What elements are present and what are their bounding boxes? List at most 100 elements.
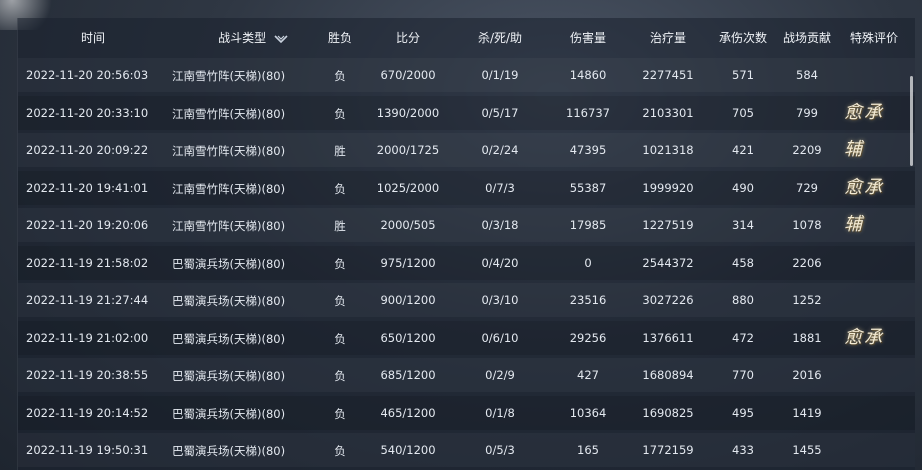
cell-time: 2022-11-20 19:20:06 xyxy=(26,218,149,232)
cell-healing: 2103301 xyxy=(642,105,694,120)
table-row[interactable]: 2022-11-20 19:41:01 江南雪竹阵(天梯)(80) 负 1025/20… xyxy=(18,170,915,205)
cell-result: 负 xyxy=(334,444,346,458)
cell-result: 负 xyxy=(334,331,346,346)
cell-score: 2000/505 xyxy=(380,218,436,232)
cell-contribution: 2209 xyxy=(792,143,822,157)
cell-taken: 770 xyxy=(732,368,754,382)
col-battle-type-header[interactable]: 战斗类型 xyxy=(198,29,308,46)
cell-time: 2022-11-19 20:14:52 xyxy=(26,405,149,420)
cell-type: 巴蜀演兵场(天梯)(80) xyxy=(172,331,286,346)
cell-score: 1025/2000 xyxy=(376,180,440,195)
cell-contribution: 2016 xyxy=(792,368,822,382)
cell-healing: 1690825 xyxy=(642,405,694,420)
cell-kda: 0/2/9 xyxy=(485,368,515,382)
cell-kda: 0/5/17 xyxy=(481,105,519,120)
special-rating-badge: 辅 xyxy=(844,214,864,235)
cell-time: 2022-11-20 20:56:03 xyxy=(26,68,149,82)
table-row[interactable]: 2022-11-20 20:09:22 江南雪竹阵(天梯)(80) 胜 2000/17… xyxy=(18,133,915,167)
table-row[interactable]: 2022-11-19 20:14:52 巴蜀演兵场(天梯)(80) 负 465/120… xyxy=(18,395,915,430)
col-battle-type-label: 战斗类型 xyxy=(218,31,267,45)
col-damage-header[interactable]: 伤害量 xyxy=(558,29,618,46)
cell-time: 2022-11-19 21:02:00 xyxy=(26,330,149,345)
table-row[interactable]: 2022-11-19 21:02:00 巴蜀演兵场(天梯)(80) 负 650/120… xyxy=(18,320,915,355)
col-special-header[interactable]: 特殊评价 xyxy=(844,29,904,46)
cell-taken: 880 xyxy=(732,293,754,307)
cell-taken: 495 xyxy=(732,405,754,420)
col-kda-header[interactable]: 杀/死/助 xyxy=(465,29,535,46)
col-time-header[interactable]: 时间 xyxy=(68,29,118,46)
cell-time: 2022-11-20 20:33:10 xyxy=(26,105,149,120)
cell-score: 2000/1725 xyxy=(376,143,440,157)
col-taken-header[interactable]: 承伤次数 xyxy=(712,29,774,46)
special-rating-badge: 愈承 xyxy=(844,101,884,123)
cell-result: 负 xyxy=(334,294,346,308)
cell-kda: 0/3/10 xyxy=(481,293,519,307)
battle-record-table: 时间 战斗类型 胜负 比分 杀/死/助 伤害量 治疗量 承伤次数 战场贡献 特殊… xyxy=(17,18,915,470)
table-row[interactable]: 2022-11-19 21:27:44 巴蜀演兵场(天梯)(80) 负 900/120… xyxy=(18,283,915,317)
cell-taken: 705 xyxy=(732,105,754,120)
cell-healing: 1376611 xyxy=(642,330,694,345)
cell-time: 2022-11-19 21:58:02 xyxy=(26,255,149,270)
cell-result: 负 xyxy=(334,181,346,196)
cell-time: 2022-11-19 19:50:31 xyxy=(26,443,149,457)
cell-kda: 0/4/20 xyxy=(481,255,519,270)
cell-type: 江南雪竹阵(天梯)(80) xyxy=(172,144,286,158)
cell-type: 江南雪竹阵(天梯)(80) xyxy=(172,106,286,121)
cell-damage: 10364 xyxy=(569,405,607,420)
table-row[interactable]: 2022-11-20 19:20:06 江南雪竹阵(天梯)(80) 胜 2000/50… xyxy=(18,208,915,242)
col-contribution-header[interactable]: 战场贡献 xyxy=(776,29,838,46)
col-result-header[interactable]: 胜负 xyxy=(320,29,360,46)
table-row[interactable]: 2022-11-19 20:38:55 巴蜀演兵场(天梯)(80) 负 685/120… xyxy=(18,358,915,392)
cell-taken: 571 xyxy=(732,68,754,82)
cell-healing: 2277451 xyxy=(642,68,694,82)
cell-damage: 116737 xyxy=(566,105,610,120)
cell-taken: 314 xyxy=(732,218,754,232)
table-row[interactable]: 2022-11-19 21:58:02 巴蜀演兵场(天梯)(80) 负 975/120… xyxy=(18,245,915,280)
cell-damage: 427 xyxy=(577,368,599,382)
cell-result: 负 xyxy=(334,106,346,121)
cell-score: 900/1200 xyxy=(380,293,436,307)
cell-score: 465/1200 xyxy=(380,405,436,420)
cell-result: 负 xyxy=(334,406,346,421)
table-row[interactable]: 2022-11-20 20:56:03 江南雪竹阵(天梯)(80) 负 670/200… xyxy=(18,58,915,92)
cell-contribution: 1419 xyxy=(792,405,822,420)
cell-damage: 14860 xyxy=(569,68,607,82)
cell-damage: 23516 xyxy=(569,293,607,307)
table-row[interactable]: 2022-11-20 20:33:10 江南雪竹阵(天梯)(80) 负 1390/20… xyxy=(18,95,915,130)
cell-damage: 0 xyxy=(584,255,592,270)
cell-kda: 0/1/8 xyxy=(485,405,515,420)
cell-kda: 0/1/19 xyxy=(481,68,519,82)
cell-damage: 47395 xyxy=(569,143,607,157)
cell-damage: 55387 xyxy=(569,180,607,195)
col-healing-header[interactable]: 治疗量 xyxy=(638,29,698,46)
cell-result: 负 xyxy=(334,369,346,383)
cell-kda: 0/2/24 xyxy=(481,143,519,157)
cell-score: 975/1200 xyxy=(380,255,436,270)
cell-type: 江南雪竹阵(天梯)(80) xyxy=(172,181,286,196)
table-row[interactable]: 2022-11-19 19:50:31 巴蜀演兵场(天梯)(80) 负 540/120… xyxy=(18,433,915,467)
cell-contribution: 584 xyxy=(796,68,818,82)
cell-contribution: 1078 xyxy=(792,218,822,232)
cell-taken: 421 xyxy=(732,143,754,157)
cell-score: 650/1200 xyxy=(380,330,436,345)
cell-healing: 1772159 xyxy=(642,443,694,457)
scrollbar[interactable] xyxy=(910,76,913,166)
cell-type: 江南雪竹阵(天梯)(80) xyxy=(172,69,286,83)
cell-result: 胜 xyxy=(334,144,346,158)
special-rating-badge: 愈承 xyxy=(844,176,884,198)
cell-damage: 165 xyxy=(577,443,599,457)
special-rating-badge: 辅 xyxy=(844,139,864,160)
cell-score: 1390/2000 xyxy=(376,105,440,120)
cell-damage: 17985 xyxy=(569,218,607,232)
cell-type: 巴蜀演兵场(天梯)(80) xyxy=(172,294,286,308)
cell-damage: 29256 xyxy=(569,330,607,345)
col-score-header[interactable]: 比分 xyxy=(378,29,438,46)
cell-contribution: 2206 xyxy=(792,255,822,270)
cell-taken: 472 xyxy=(732,330,754,345)
cell-contribution: 729 xyxy=(796,180,818,195)
cell-result: 负 xyxy=(334,69,346,83)
chevron-down-icon[interactable] xyxy=(274,34,288,44)
cell-healing: 1999920 xyxy=(642,180,694,195)
cell-healing: 1680894 xyxy=(642,368,694,382)
cell-contribution: 1455 xyxy=(792,443,822,457)
